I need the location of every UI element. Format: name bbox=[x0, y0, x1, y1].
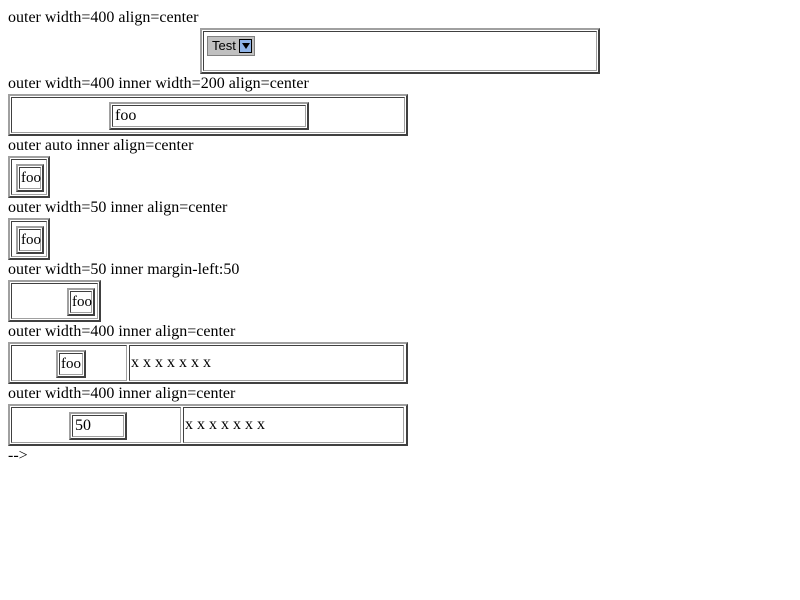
inner-cell-4: foo bbox=[19, 229, 41, 251]
select-value: Test bbox=[212, 38, 236, 53]
outer-cell-2: foo bbox=[11, 97, 405, 133]
outer-table-6: foo x x x x x x x bbox=[8, 342, 408, 384]
outer-table-2: foo bbox=[8, 94, 408, 136]
outer-table-1: Test bbox=[200, 28, 600, 74]
outer-table-7: 50 x x x x x x x bbox=[8, 404, 408, 446]
outer-cell-1: Test bbox=[203, 31, 597, 71]
outer-left-cell-6: foo bbox=[11, 345, 127, 381]
section-label-4: outer width=50 inner align=center bbox=[8, 199, 228, 216]
inner-cell-7: 50 bbox=[72, 415, 124, 437]
outer-right-cell-7: x x x x x x x bbox=[183, 407, 404, 443]
inner-table-5: foo bbox=[67, 288, 95, 316]
inner-table-2: foo bbox=[109, 102, 309, 130]
section-label-2: outer width=400 inner width=200 align=ce… bbox=[8, 75, 309, 92]
test-select[interactable]: Test bbox=[207, 36, 255, 56]
section-label-1: outer width=400 align=center bbox=[8, 9, 199, 26]
outer-table-3: foo bbox=[8, 156, 50, 198]
inner-cell-2: foo bbox=[112, 105, 306, 127]
section-label-5: outer width=50 inner margin-left:50 bbox=[8, 261, 240, 278]
inner-cell-5: foo bbox=[70, 291, 92, 313]
outer-table-4: foo bbox=[8, 218, 50, 260]
outer-right-cell-6: x x x x x x x bbox=[129, 345, 404, 381]
section-label-3: outer auto inner align=center bbox=[8, 137, 194, 154]
section-label-6: outer width=400 inner align=center bbox=[8, 323, 236, 340]
footer-text: --> bbox=[8, 447, 28, 464]
inner-cell-3: foo bbox=[19, 167, 41, 189]
outer-cell-4: foo bbox=[11, 221, 47, 257]
inner-table-3: foo bbox=[16, 164, 44, 192]
x-text-6: x x x x x x x bbox=[131, 354, 211, 371]
inner-table-6: foo bbox=[56, 350, 86, 378]
outer-table-5: foo bbox=[8, 280, 101, 322]
inner-cell-6: foo bbox=[59, 353, 83, 375]
outer-left-cell-7: 50 bbox=[11, 407, 181, 443]
section-label-7: outer width=400 inner align=center bbox=[8, 385, 236, 402]
x-text-7: x x x x x x x bbox=[185, 416, 265, 433]
outer-cell-5: foo bbox=[11, 283, 98, 319]
dropdown-arrow-icon[interactable] bbox=[239, 39, 252, 53]
inner-table-4: foo bbox=[16, 226, 44, 254]
inner-table-7: 50 bbox=[69, 412, 127, 440]
outer-cell-3: foo bbox=[11, 159, 47, 195]
